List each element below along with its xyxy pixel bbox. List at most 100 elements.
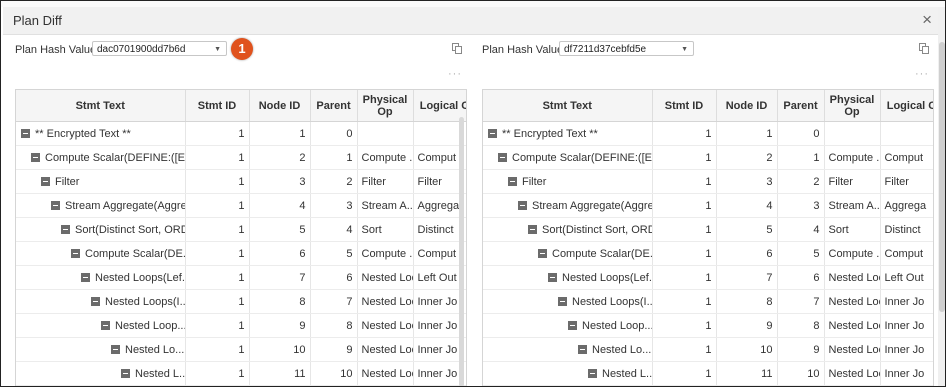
table-row[interactable]: Compute Scalar(DE... 1 6 5 Compute ... Comput <box>483 241 933 266</box>
table-row[interactable]: ** Encrypted Text ** 1 1 0 <box>483 121 933 146</box>
collapse-icon[interactable] <box>558 297 567 307</box>
table-row[interactable]: Compute Scalar(DEFINE:([Ex... 1 2 1 Compute … <box>483 145 933 170</box>
column-header[interactable]: Stmt ID <box>185 90 250 122</box>
collapse-icon[interactable] <box>578 345 587 355</box>
collapse-icon[interactable] <box>61 225 70 235</box>
collapse-icon[interactable] <box>488 129 497 139</box>
table-row[interactable]: Nested L...11110Nested Loo...Inner Jo <box>483 361 933 386</box>
physical-op-cell: Compute ... <box>357 241 414 266</box>
collapse-icon[interactable] <box>41 177 50 187</box>
collapse-icon[interactable] <box>21 129 30 139</box>
collapse-icon[interactable] <box>508 177 517 187</box>
collapse-icon[interactable] <box>498 153 507 163</box>
column-header[interactable]: Node ID <box>716 90 778 122</box>
collapse-icon[interactable] <box>538 249 547 259</box>
more-options-icon[interactable]: ··· <box>448 68 462 80</box>
collapse-icon[interactable] <box>91 297 100 307</box>
stmt-text-cell: Filter <box>483 169 653 194</box>
more-options-icon[interactable]: ··· <box>915 68 929 80</box>
node-id-cell: 7 <box>249 265 311 290</box>
column-header[interactable]: Physical Op <box>824 90 881 122</box>
table-row[interactable]: Nested Loop...198Nested Loo...Inner Jo <box>16 313 466 338</box>
table-row[interactable]: Nested Loops(I...187Nested Loo...Inner J… <box>16 289 466 314</box>
stmt-text: Compute Scalar(DEFINE:([Ex... <box>45 151 185 164</box>
stmt-text: Stream Aggregate(Aggre... <box>65 199 185 212</box>
plan-grid: Stmt Text Stmt ID Node ID Parent Physical Op… <box>482 89 934 386</box>
column-header[interactable]: Stmt Text <box>16 90 186 122</box>
column-header[interactable]: Parent <box>310 90 358 122</box>
table-row[interactable]: Filter 1 3 2 Filter Filter <box>483 169 933 194</box>
table-row[interactable]: Nested Loops(I...187Nested Loo...Inner J… <box>483 289 933 314</box>
table-row[interactable]: Nested Loops(Lef...176Nested Loo...Left … <box>16 265 466 290</box>
table-row[interactable]: Filter 1 3 2 Filter Filter <box>16 169 466 194</box>
node-id-cell: 6 <box>249 241 311 266</box>
collapse-icon[interactable] <box>31 153 40 163</box>
logical-op-cell: Inner Jo <box>880 289 933 314</box>
column-header[interactable]: Node ID <box>249 90 311 122</box>
stmt-id-cell: 1 <box>185 289 250 314</box>
copy-icon[interactable] <box>919 43 929 54</box>
stmt-text-cell: Compute Scalar(DE... <box>483 241 653 266</box>
copy-icon[interactable] <box>452 43 462 54</box>
physical-op-cell: Nested Loo... <box>824 337 881 362</box>
dialog-titlebar: Plan Diff × <box>3 7 941 35</box>
collapse-icon[interactable] <box>518 201 527 211</box>
page-scrollbar[interactable] <box>938 7 945 386</box>
collapse-icon[interactable] <box>548 273 557 283</box>
collapse-icon[interactable] <box>71 249 80 259</box>
collapse-icon[interactable] <box>81 273 90 283</box>
column-header[interactable]: Logical C <box>880 90 933 122</box>
close-icon[interactable]: × <box>922 11 932 28</box>
table-row[interactable]: Compute Scalar(DE... 1 6 5 Compute ... Comput <box>16 241 466 266</box>
plan-hash-label: Plan Hash Value <box>15 44 97 56</box>
physical-op-cell: Nested Loo... <box>357 289 414 314</box>
stmt-id-cell: 1 <box>185 217 250 242</box>
stmt-text-cell: Nested L... <box>16 361 186 386</box>
node-id-cell: 9 <box>716 313 778 338</box>
table-row[interactable]: Nested Lo...1109Nested Loo...Inner Jo <box>16 337 466 362</box>
physical-op-cell: Nested Loo... <box>357 361 414 386</box>
node-id-cell: 5 <box>716 217 778 242</box>
table-row[interactable]: ** Encrypted Text ** 1 1 0 <box>16 121 466 146</box>
table-row[interactable]: Nested L...11110Nested Loo...Inner Jo <box>16 361 466 386</box>
collapse-icon[interactable] <box>101 321 110 331</box>
collapse-icon[interactable] <box>111 345 120 355</box>
table-row[interactable]: Compute Scalar(DEFINE:([Ex... 1 2 1 Compute … <box>16 145 466 170</box>
stmt-id-cell: 1 <box>652 121 717 146</box>
collapse-icon[interactable] <box>121 369 130 379</box>
plan-hash-select[interactable]: dac0701900dd7b6d ▼ <box>92 41 227 56</box>
table-row[interactable]: Sort(Distinct Sort, ORD...154SortDistinc… <box>483 217 933 242</box>
stmt-id-cell: 1 <box>185 145 250 170</box>
parent-cell: 6 <box>777 265 825 290</box>
table-row[interactable]: Sort(Distinct Sort, ORD...154SortDistinc… <box>16 217 466 242</box>
right-plan-pane: Plan Hash Value df7211d37cebfd5e ▼ ··· S… <box>481 34 943 386</box>
vertical-scrollbar[interactable] <box>459 117 464 386</box>
plan-hash-select[interactable]: df7211d37cebfd5e ▼ <box>559 41 694 56</box>
stmt-text: Nested L... <box>602 367 652 380</box>
logical-op-cell: Comput <box>880 145 933 170</box>
column-header[interactable]: Physical Op <box>357 90 414 122</box>
node-id-cell: 11 <box>249 361 311 386</box>
node-id-cell: 4 <box>249 193 311 218</box>
column-header[interactable]: Parent <box>777 90 825 122</box>
parent-cell: 7 <box>310 289 358 314</box>
parent-cell: 8 <box>310 313 358 338</box>
table-row[interactable]: Nested Lo...1109Nested Loo...Inner Jo <box>483 337 933 362</box>
collapse-icon[interactable] <box>51 201 60 211</box>
stmt-text: Compute Scalar(DEFINE:([Ex... <box>512 151 652 164</box>
table-row[interactable]: Stream Aggregate(Aggre... 1 4 3 Stream A... A… <box>16 193 466 218</box>
node-id-cell: 10 <box>716 337 778 362</box>
column-header[interactable]: Stmt Text <box>483 90 653 122</box>
collapse-icon[interactable] <box>568 321 577 331</box>
parent-cell: 2 <box>777 169 825 194</box>
collapse-icon[interactable] <box>528 225 537 235</box>
column-header[interactable]: Stmt ID <box>652 90 717 122</box>
stmt-id-cell: 1 <box>185 193 250 218</box>
stmt-text-cell: Nested Loops(Lef... <box>483 265 653 290</box>
table-row[interactable]: Stream Aggregate(Aggre... 1 4 3 Stream A... A… <box>483 193 933 218</box>
table-row[interactable]: Nested Loops(Lef...176Nested Loo...Left … <box>483 265 933 290</box>
collapse-icon[interactable] <box>588 369 597 379</box>
table-row[interactable]: Nested Loop...198Nested Loo...Inner Jo <box>483 313 933 338</box>
parent-cell: 8 <box>777 313 825 338</box>
logical-op-cell: Inner Jo <box>880 313 933 338</box>
